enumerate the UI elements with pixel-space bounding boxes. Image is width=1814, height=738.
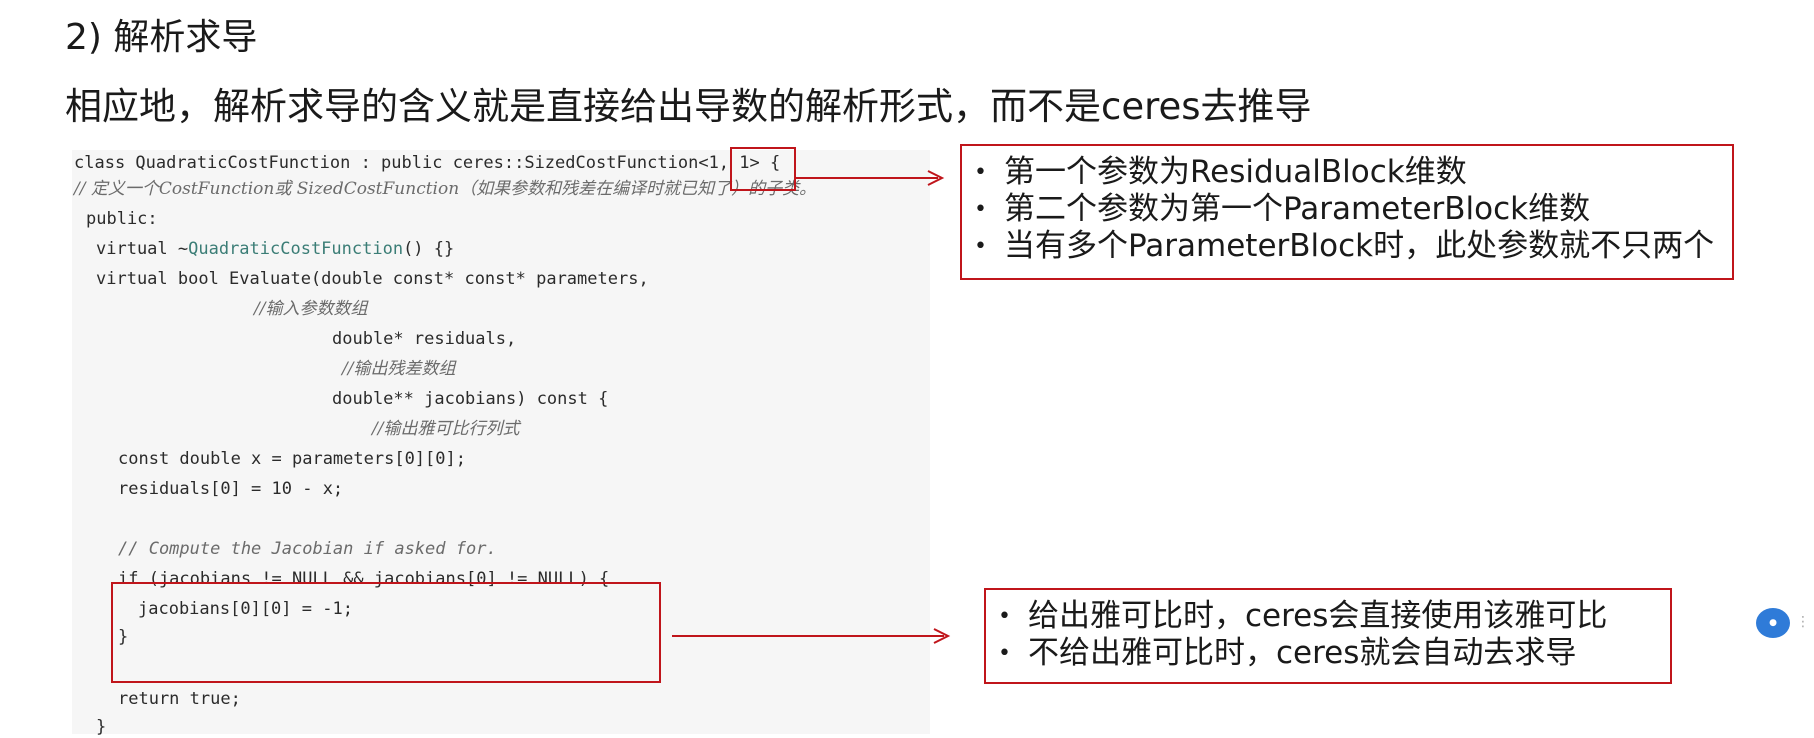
code-comment-compute: // Compute the Jacobian if asked for. [118, 539, 497, 559]
comment-text: // 定义一个 [74, 179, 159, 199]
comment-text: SizedCostFunction [296, 179, 460, 199]
code-line-class-decl: class QuadraticCostFunction : public cer… [74, 152, 780, 174]
code-line-residuals: double* residuals, [332, 329, 517, 349]
code-line-evaluate: virtual bool Evaluate(double const* cons… [96, 269, 649, 289]
ellipsis-icon: ⋮ [1796, 614, 1810, 630]
comment-text: CostFunction [158, 179, 275, 199]
bullet-icon: • [974, 160, 987, 185]
note-jacobian-behavior: • 给出雅可比时，ceres会直接使用该雅可比 • 不给出雅可比时，ceres就会自… [984, 588, 1672, 684]
code-line-x: const double x = parameters[0][0]; [118, 449, 466, 469]
note-sized-cost-function-params: • 第一个参数为ResidualBlock维数 • 第二个参数为第一个Paramet… [960, 144, 1734, 280]
note-text: 第一个参数为ResidualBlock维数 [1004, 154, 1467, 190]
note-item: • 第二个参数为第一个ParameterBlock维数 [974, 191, 1722, 228]
user-avatar-bubble-icon[interactable]: ● [1756, 608, 1790, 638]
code-comment-subclass: // 定义一个CostFunction或 SizedCostFunction（如… [74, 178, 816, 200]
code-comment-jacobians: //输出雅可比行列式 [372, 419, 520, 439]
bullet-icon: • [998, 641, 1011, 666]
code-text: virtual ~ [96, 239, 189, 259]
class-identifier: QuadraticCostFunction [188, 239, 404, 259]
note-item: • 第一个参数为ResidualBlock维数 [974, 154, 1722, 191]
code-comment-residuals: //输出残差数组 [342, 359, 456, 379]
arrow-to-bottom-note [672, 628, 951, 644]
note-text: 不给出雅可比时，ceres就会自动去求导 [1028, 635, 1577, 671]
bullet-icon: • [974, 234, 987, 259]
template-args-highlight [730, 147, 796, 191]
section-heading: 2) 解析求导 [65, 17, 258, 58]
code-line-jacobians: double** jacobians) const { [332, 389, 609, 409]
code-line-destructor: virtual ~QuadraticCostFunction() {} [96, 238, 454, 260]
note-item: • 不给出雅可比时，ceres就会自动去求导 [998, 635, 1660, 672]
arrow-to-top-note [796, 170, 945, 186]
note-text: 第二个参数为第一个ParameterBlock维数 [1004, 191, 1591, 227]
code-comment-params: //输入参数数组 [254, 299, 368, 319]
bullet-icon: • [998, 604, 1011, 629]
note-text: 给出雅可比时，ceres会直接使用该雅可比 [1028, 598, 1608, 634]
bullet-icon: • [974, 197, 987, 222]
comment-text: 或 [274, 179, 297, 199]
code-line-end: } [96, 717, 107, 737]
code-line-residual-calc: residuals[0] = 10 - x; [118, 479, 344, 499]
code-text: () {} [403, 239, 455, 259]
code-line-public: public: [86, 209, 158, 229]
note-item: • 给出雅可比时，ceres会直接使用该雅可比 [998, 598, 1660, 635]
note-item: • 当有多个ParameterBlock时，此处参数就不只两个 [974, 228, 1722, 265]
jacobian-block-highlight [111, 582, 661, 683]
note-text: 当有多个ParameterBlock时，此处参数就不只两个 [1004, 228, 1715, 264]
section-description: 相应地，解析求导的含义就是直接给出导数的解析形式，而不是ceres去推导 [65, 85, 1312, 128]
code-text: class QuadraticCostFunction : public cer… [74, 153, 699, 173]
code-line-return: return true; [118, 689, 241, 709]
